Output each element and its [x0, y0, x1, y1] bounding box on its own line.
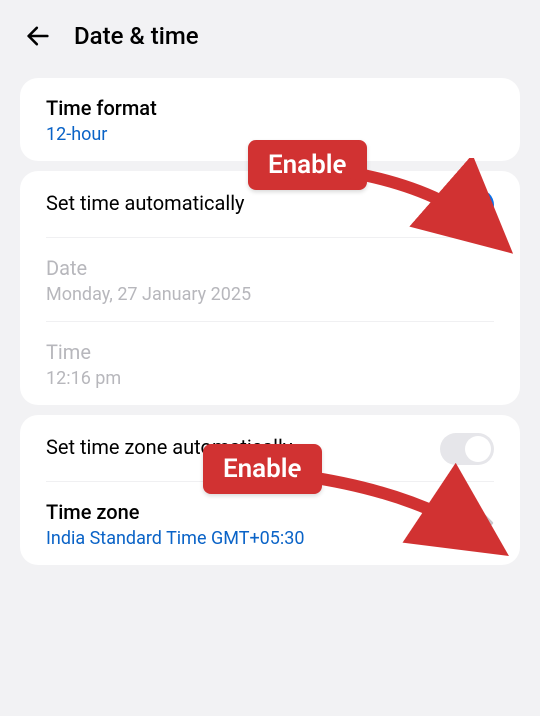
- time-format-card: Time format 12-hour: [20, 78, 520, 161]
- time-zone-value: India Standard Time GMT+05:30: [46, 528, 304, 549]
- auto-time-card: Set time automatically Date Monday, 27 J…: [20, 171, 520, 405]
- time-format-row[interactable]: Time format 12-hour: [20, 78, 520, 161]
- set-time-auto-row[interactable]: Set time automatically: [20, 171, 520, 237]
- chevron-right-icon: [482, 513, 494, 537]
- set-time-auto-toggle[interactable]: [440, 189, 494, 221]
- time-format-label: Time format: [46, 96, 494, 120]
- set-timezone-auto-toggle[interactable]: [440, 433, 494, 465]
- time-label: Time: [46, 340, 494, 364]
- page-title: Date & time: [74, 22, 199, 50]
- time-zone-label: Time zone: [46, 500, 304, 524]
- set-time-auto-label: Set time automatically: [46, 191, 245, 215]
- back-arrow-icon[interactable]: [24, 22, 52, 50]
- time-zone-row[interactable]: Time zone India Standard Time GMT+05:30: [20, 482, 520, 565]
- date-label: Date: [46, 256, 494, 280]
- time-format-value: 12-hour: [46, 124, 494, 145]
- date-row: Date Monday, 27 January 2025: [20, 238, 520, 321]
- time-zone-card: Set time zone automatically Time zone In…: [20, 415, 520, 565]
- set-timezone-auto-row[interactable]: Set time zone automatically: [20, 415, 520, 481]
- set-timezone-auto-label: Set time zone automatically: [46, 435, 292, 459]
- time-row: Time 12:16 pm: [20, 322, 520, 405]
- date-value: Monday, 27 January 2025: [46, 284, 494, 305]
- time-value: 12:16 pm: [46, 368, 494, 389]
